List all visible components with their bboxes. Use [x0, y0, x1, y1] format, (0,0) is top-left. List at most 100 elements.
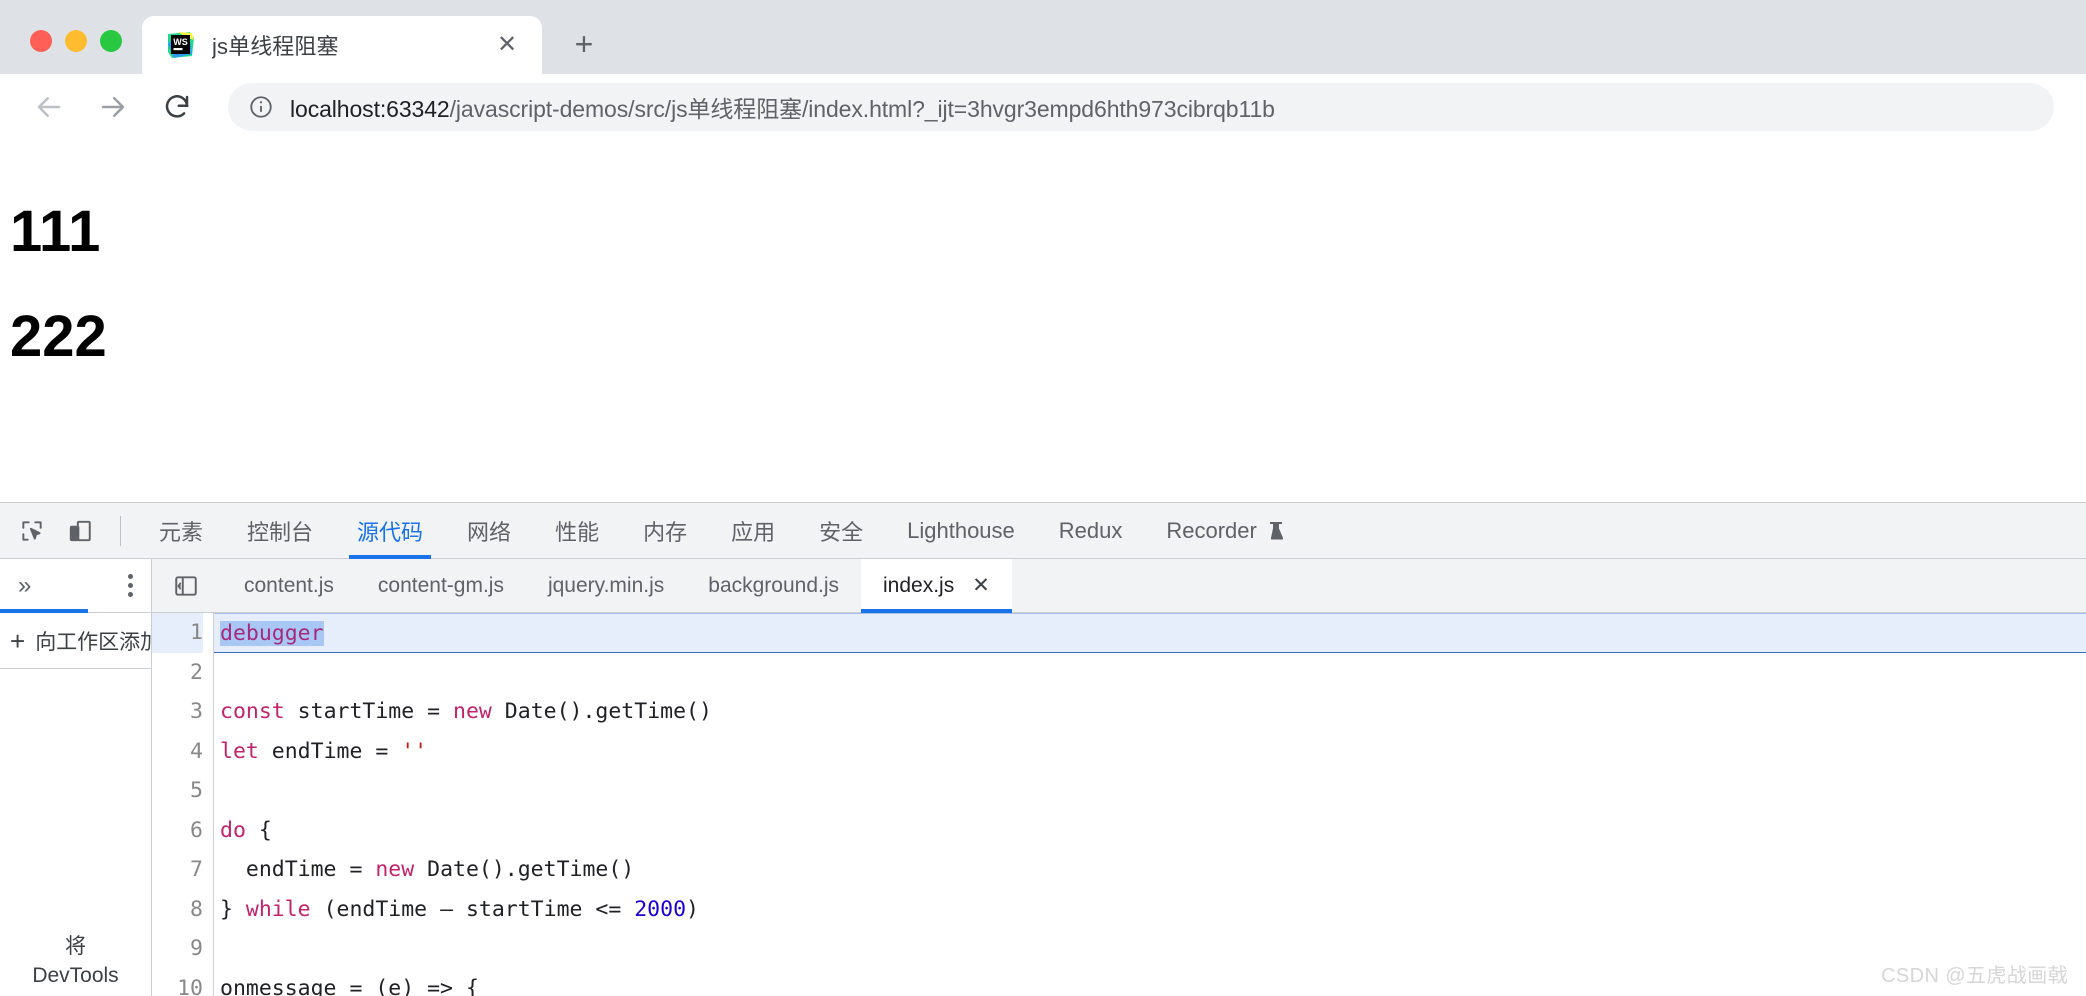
source-tab-index-js[interactable]: index.js ✕	[861, 558, 1012, 613]
devtools-tab-sources[interactable]: 源代码	[335, 503, 445, 559]
navigator-footer-line2: DevTools	[32, 963, 119, 987]
code-token: startTime =	[284, 699, 454, 724]
plus-icon: +	[10, 625, 26, 656]
reload-icon[interactable]	[150, 80, 204, 134]
csdn-watermark: CSDN @五虎战画戟	[1881, 965, 2068, 987]
minimize-window-button[interactable]	[65, 30, 87, 52]
source-tab-index-js-label: index.js	[883, 573, 955, 597]
tab-close-button[interactable]: ✕	[490, 28, 524, 62]
navigator-empty-area	[0, 669, 151, 933]
code-token: ''	[401, 738, 428, 764]
back-arrow-icon[interactable]	[22, 80, 76, 134]
code-content[interactable]: debugger const startTime = new Date().ge…	[214, 613, 2086, 996]
devtools-body: » + 向工作区添加 将 DevTools content.js content…	[0, 558, 2086, 996]
line-number: 8	[190, 896, 203, 922]
source-tab-content-gm-js[interactable]: content-gm.js	[356, 559, 526, 613]
code-line[interactable]	[220, 929, 2086, 969]
sources-navigator-sidebar: » + 向工作区添加 将 DevTools	[0, 559, 152, 996]
code-token: {	[245, 817, 272, 843]
line-number: 7	[190, 857, 203, 882]
line-number: 6	[190, 817, 203, 843]
code-token: 2000	[634, 896, 687, 922]
code-line[interactable]	[220, 771, 2086, 811]
devtools-tab-redux[interactable]: Redux	[1037, 503, 1145, 559]
address-bar[interactable]: localhost:63342/javascript-demos/src/js单…	[228, 83, 2054, 131]
code-token: new	[453, 699, 492, 724]
browser-window: WS js单线程阻塞 ✕ + localhost:63342/javascrip…	[0, 0, 2086, 996]
code-token: Date().getTime()	[414, 857, 635, 882]
forward-arrow-icon[interactable]	[86, 80, 140, 134]
line-number: 4	[190, 738, 203, 764]
source-file-tab-bar: content.js content-gm.js jquery.min.js b…	[152, 558, 2086, 613]
devtools-tab-recorder[interactable]: Recorder	[1144, 503, 1306, 559]
page-viewport: 111 222	[0, 140, 2086, 502]
devtools-tab-security[interactable]: 安全	[797, 503, 885, 559]
devtools-tab-console[interactable]: 控制台	[225, 503, 335, 559]
code-line[interactable]: const startTime = new Date().getTime()	[220, 692, 2086, 732]
line-number: 5	[190, 778, 203, 803]
window-traffic-lights	[0, 30, 142, 74]
code-token: new	[375, 857, 415, 882]
code-line[interactable]: } while (endTime – startTime <= 2000)	[220, 890, 2086, 930]
code-token: )	[686, 896, 699, 922]
code-line[interactable]: onmessage = (e) => {	[220, 969, 2086, 996]
browser-tab[interactable]: WS js单线程阻塞 ✕	[142, 16, 542, 74]
inspect-element-icon[interactable]	[10, 509, 54, 553]
code-token: do	[220, 817, 246, 843]
page-heading-111: 111	[10, 199, 101, 264]
source-tab-close-icon[interactable]: ✕	[972, 573, 990, 598]
code-token: endTime =	[258, 738, 402, 764]
add-folder-to-workspace-button[interactable]: + 向工作区添加	[0, 613, 151, 669]
kebab-menu-icon[interactable]	[118, 574, 143, 597]
code-line[interactable]: do {	[220, 811, 2086, 851]
source-tab-background-js[interactable]: background.js	[686, 559, 861, 613]
line-number: 1	[152, 613, 203, 653]
code-token: onmessage = (e) => {	[220, 975, 479, 996]
url-path: /javascript-demos/src/js单线程阻塞/index.html…	[449, 96, 1275, 122]
devtools-tab-network[interactable]: 网络	[445, 503, 533, 559]
devtools-tab-application[interactable]: 应用	[709, 503, 797, 559]
source-tab-jquery-min-js[interactable]: jquery.min.js	[526, 559, 686, 613]
code-line[interactable]	[220, 653, 2086, 693]
devtools-tab-memory[interactable]: 内存	[621, 503, 709, 559]
source-tab-content-js[interactable]: content.js	[222, 559, 356, 613]
code-line[interactable]: let endTime = ''	[220, 732, 2086, 772]
line-number: 3	[190, 699, 203, 724]
device-toolbar-icon[interactable]	[58, 509, 102, 553]
url-text: localhost:63342/javascript-demos/src/js单…	[290, 90, 1275, 124]
code-token: debugger	[220, 621, 324, 646]
add-folder-to-workspace-label: 向工作区添加	[35, 630, 151, 654]
code-editor[interactable]: 123456789101112131415 debugger const sta…	[152, 613, 2086, 996]
line-number: 10	[177, 975, 203, 996]
chrome-tab-strip: WS js单线程阻塞 ✕ +	[0, 0, 2086, 74]
tab-title: js单线程阻塞	[212, 34, 339, 59]
line-number: 2	[190, 659, 203, 685]
code-line[interactable]: endTime = new Date().getTime()	[220, 850, 2086, 890]
maximize-window-button[interactable]	[100, 30, 122, 52]
code-token: }	[220, 896, 246, 922]
code-token: endTime =	[220, 857, 376, 882]
navigator-footer-line1: 将	[65, 935, 86, 959]
line-number: 9	[190, 936, 203, 961]
svg-text:WS: WS	[173, 37, 188, 47]
webstorm-icon: WS	[166, 30, 196, 60]
code-token: while	[245, 896, 311, 922]
more-tabs-chevron-icon[interactable]: »	[12, 572, 37, 600]
new-tab-button[interactable]: +	[560, 20, 608, 68]
code-token: let	[220, 738, 259, 764]
url-host: localhost:63342	[290, 96, 450, 122]
devtools-tab-recorder-label: Recorder	[1166, 517, 1257, 543]
info-circle-icon[interactable]	[248, 94, 274, 120]
code-line[interactable]: debugger	[214, 613, 2086, 653]
devtools-panel: 元素 控制台 源代码 网络 性能 内存 应用 安全 Lighthouse Red…	[0, 502, 2086, 996]
devtools-tab-bar: 元素 控制台 源代码 网络 性能 内存 应用 安全 Lighthouse Red…	[0, 503, 2086, 559]
devtools-tab-performance[interactable]: 性能	[533, 503, 621, 559]
chrome-toolbar: localhost:63342/javascript-demos/src/js单…	[0, 74, 2086, 140]
close-window-button[interactable]	[30, 30, 52, 52]
page-heading-222: 222	[10, 304, 107, 369]
line-number-gutter: 123456789101112131415	[152, 613, 214, 996]
collapse-sidebar-icon[interactable]	[164, 564, 208, 608]
devtools-tab-elements[interactable]: 元素	[137, 503, 225, 559]
devtools-tab-lighthouse[interactable]: Lighthouse	[885, 503, 1037, 559]
flask-icon	[1267, 521, 1285, 541]
